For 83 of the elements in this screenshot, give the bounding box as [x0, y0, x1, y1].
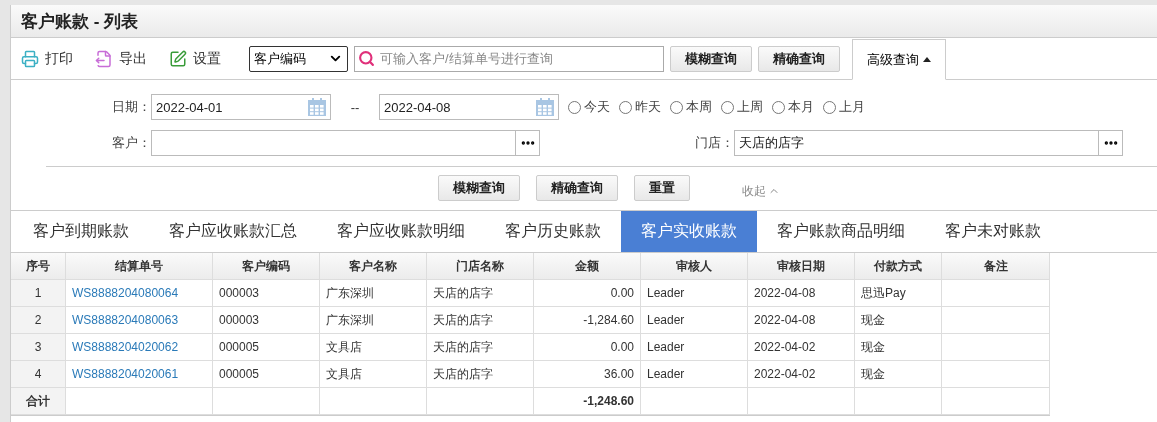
query-button[interactable]: 精确查询 [536, 175, 618, 201]
collapse-button[interactable]: 收起 [736, 181, 786, 201]
row-number: 1 [11, 280, 66, 307]
table-cell: 0.00 [534, 280, 641, 307]
query-button[interactable]: 模糊查询 [670, 45, 752, 72]
search-icon [358, 49, 375, 67]
column-header[interactable]: 结算单号 [66, 253, 213, 280]
export-button[interactable]: 导出 [95, 49, 157, 68]
column-header[interactable]: 备注 [942, 253, 1050, 280]
date-to-field[interactable]: 2022-04-08 [379, 94, 559, 120]
customer-label: 客户： [111, 134, 151, 152]
total-label: 合计 [11, 388, 66, 415]
radio-option[interactable]: 今天 [568, 98, 610, 116]
table-cell: 天店的店字 [427, 307, 534, 334]
table-cell: 000003 [213, 280, 320, 307]
total-amount: -1,248.60 [534, 388, 641, 415]
table-cell: Leader [641, 334, 748, 361]
table-cell: 广东深圳 [320, 280, 427, 307]
column-header[interactable]: 审核日期 [748, 253, 855, 280]
column-header[interactable]: 金额 [534, 253, 641, 280]
table-cell: 思迅Pay [855, 280, 942, 307]
table-cell: 文具店 [320, 334, 427, 361]
edit-icon [169, 49, 187, 68]
field-select[interactable]: 客户编码 [249, 45, 348, 72]
column-header[interactable]: 客户名称 [320, 253, 427, 280]
radio-option[interactable]: 上月 [823, 98, 865, 116]
table-cell: 2022-04-08 [748, 307, 855, 334]
table-cell: 000005 [213, 334, 320, 361]
table-cell: 36.00 [534, 361, 641, 388]
column-header[interactable]: 审核人 [641, 253, 748, 280]
table-cell: 现金 [855, 307, 942, 334]
table-cell: 0.00 [534, 334, 641, 361]
row-number: 4 [11, 361, 66, 388]
store-label: 门店： [694, 134, 734, 152]
table-cell: Leader [641, 307, 748, 334]
table-cell: 2022-04-08 [748, 280, 855, 307]
date-separator: -- [349, 99, 361, 115]
column-header[interactable]: 客户编码 [213, 253, 320, 280]
column-header[interactable]: 序号 [11, 253, 66, 280]
document-link[interactable]: WS8888204080064 [66, 280, 213, 307]
search-field[interactable]: 可输入客户/结算单号进行查询 [354, 45, 664, 72]
radio-option[interactable]: 本月 [772, 98, 814, 116]
table-cell: 天店的店字 [427, 280, 534, 307]
table-cell: Leader [641, 361, 748, 388]
column-header[interactable]: 付款方式 [855, 253, 942, 280]
table-cell: 000003 [213, 307, 320, 334]
window-title: 客户账款 - 列表 [21, 10, 139, 33]
print-button[interactable]: 打印 [21, 49, 83, 68]
date-from-field[interactable]: 2022-04-01 [151, 94, 331, 120]
row-number: 2 [11, 307, 66, 334]
table-cell: 2022-04-02 [748, 361, 855, 388]
table-cell: -1,284.60 [534, 307, 641, 334]
radio-option[interactable]: 昨天 [619, 98, 661, 116]
table-cell: 广东深圳 [320, 307, 427, 334]
query-button[interactable]: 模糊查询 [438, 175, 520, 201]
table-cell: 000005 [213, 361, 320, 388]
radio-option[interactable]: 本周 [670, 98, 712, 116]
printer-icon [21, 49, 39, 68]
query-button[interactable]: 精确查询 [758, 45, 840, 72]
table-cell: 文具店 [320, 361, 427, 388]
store-field[interactable]: 天店的店字 [734, 130, 1123, 156]
document-link[interactable]: WS8888204080063 [66, 307, 213, 334]
settings-button[interactable]: 设置 [169, 49, 231, 68]
advanced-query-tab[interactable]: 高级查询 [852, 39, 946, 80]
table-cell: 2022-04-02 [748, 334, 855, 361]
table-cell: Leader [641, 280, 748, 307]
caret-icon [923, 57, 931, 62]
row-number: 3 [11, 334, 66, 361]
calendar-icon [535, 97, 555, 117]
document-link[interactable]: WS8888204020062 [66, 334, 213, 361]
query-button[interactable]: 重置 [634, 175, 690, 201]
table-cell: 天店的店字 [427, 334, 534, 361]
date-label: 日期： [111, 98, 151, 116]
file-export-icon [95, 49, 113, 68]
document-link[interactable]: WS8888204020061 [66, 361, 213, 388]
calendar-icon [307, 97, 327, 117]
table-cell: 天店的店字 [427, 361, 534, 388]
column-header[interactable]: 门店名称 [427, 253, 534, 280]
customer-field[interactable] [151, 130, 540, 156]
table-cell: 现金 [855, 361, 942, 388]
radio-option[interactable]: 上周 [721, 98, 763, 116]
tab[interactable]: 客户实收账款 [621, 211, 757, 252]
table-cell: 现金 [855, 334, 942, 361]
